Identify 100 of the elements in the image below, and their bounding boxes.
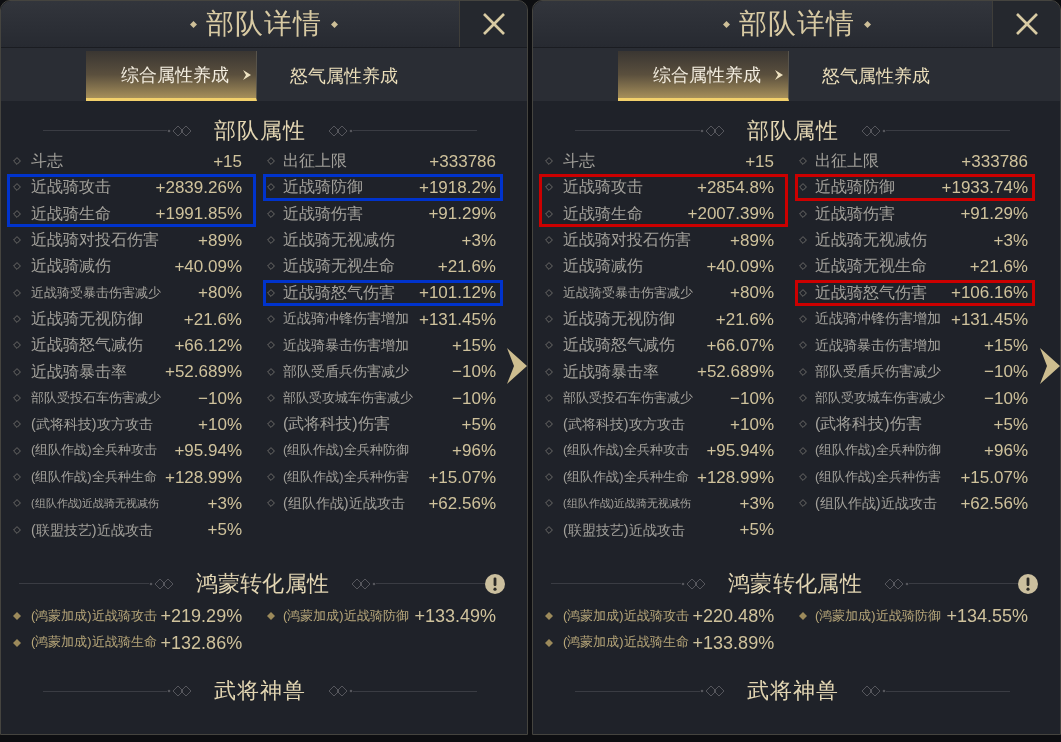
diamond-icon [267,315,275,324]
close-button[interactable] [459,1,527,47]
stat-value: +15 [744,152,774,170]
diamond-icon [545,209,553,218]
stat-value: +5% [738,521,774,539]
bonus-label: (鸿蒙加成)近战骑防御 [815,609,941,623]
stat-label: 近战骑怒气伤害 [815,284,927,301]
diamond-icon [13,341,21,350]
diamond-icon [267,394,275,403]
bonus-value: +219.29% [159,607,243,626]
stat-label: 近战骑怒气减伤 [31,337,143,354]
stat-label: 近战骑无视减伤 [815,232,927,249]
tab[interactable]: 综合属性养成 [618,51,789,101]
diamond-icon [267,473,275,482]
stat-value: +80% [729,284,774,302]
bonus-value: +220.48% [691,607,775,626]
stat-label: 部队受攻城车伤害减少 [815,391,945,405]
bonus-label: (鸿蒙加成)近战骑攻击 [563,609,689,623]
stat-value: +21.6% [436,257,496,275]
diamond-icon [799,209,807,218]
stat-label: 近战骑无视防御 [31,311,143,328]
stat-value: +62.56% [427,494,496,512]
diamond-icon [13,420,21,429]
diamond-icon [13,525,21,534]
exclamation-icon[interactable] [485,573,505,594]
diamond-icon [545,315,553,324]
diamond-icon [545,473,553,482]
diamond-icon [799,183,807,192]
diamond-icon [13,183,21,192]
stat-label: 近战骑怒气减伤 [563,337,675,354]
pointer-icon [775,69,783,80]
stat-value: +3% [460,231,496,249]
stat-label: 出征上限 [283,153,347,170]
stat-value: +3% [206,494,242,512]
stat-label: (组队作战)全兵种生命 [31,470,157,484]
stat-label: 近战骑减伤 [31,258,111,275]
stat-label: (组队作战)全兵种防御 [815,444,941,458]
diamond-icon [799,420,807,429]
chevron-right-icon[interactable] [507,348,527,384]
diamond-icon [545,638,553,647]
stat-label: 近战骑无视防御 [563,311,675,328]
diamond-icon [267,288,275,297]
stat-value: +66.12% [173,336,242,354]
diamond-icon [267,499,275,508]
stat-label: 部队受攻城车伤害减少 [283,391,413,405]
diamond-icon [13,473,21,482]
stat-label: 近战骑无视减伤 [283,232,395,249]
stat-value: +106.16% [949,284,1028,302]
diamond-icon [267,446,275,455]
stat-label: 斗志 [563,153,595,170]
diamond-icon [799,315,807,324]
stat-value: +1933.74% [940,179,1028,196]
stat-label: 近战骑暴击率 [563,363,659,380]
diamond-icon [13,157,21,166]
stat-value: +131.45% [949,310,1028,328]
stat-value: +15 [212,152,242,170]
stat-value: +128.99% [695,468,774,486]
stat-label: 近战骑防御 [283,179,363,196]
stat-value: +95.94% [173,442,242,460]
stat-label: 近战骑生命 [563,205,643,222]
chevron-right-icon[interactable] [1040,348,1060,384]
stat-value: +52.689% [695,363,774,381]
diamond-icon [545,499,553,508]
stat-label: (组队作战)近战骑无视减伤 [563,498,692,509]
stat-label: 近战骑暴击伤害增加 [815,338,941,353]
stat-value: +10% [197,415,242,433]
stat-label: 近战骑暴击伤害增加 [283,338,409,353]
stat-label: 近战骑伤害 [283,205,363,222]
diamond-icon [545,394,553,403]
close-button[interactable] [992,1,1060,47]
stat-value: +15% [451,336,496,354]
stat-label: 部队受投石车伤害减少 [563,391,693,405]
stat-value: +96% [983,442,1028,460]
diamond-icon [545,341,553,350]
diamond-icon [799,262,807,271]
diamond-icon [799,499,807,508]
section-heading: 鸿蒙转化属性 [728,572,862,595]
stat-value: +21.6% [968,257,1028,275]
tab[interactable]: 综合属性养成 [86,51,257,101]
stat-label: 近战骑攻击 [31,179,111,196]
stat-value: +2007.39% [686,205,774,223]
stat-value: +80% [197,284,242,302]
tab[interactable]: 怒气属性养成 [257,51,428,101]
stat-value: +2854.8% [695,179,774,196]
exclamation-icon[interactable] [1018,573,1038,594]
stat-value: −10% [197,389,242,407]
diamond-icon [267,367,275,376]
stat-value: +15.07% [427,468,496,486]
stat-value: +333786 [428,152,496,170]
panel-title: 部队详情 [738,10,855,38]
stat-value: +1918.2% [417,179,496,196]
stat-label: (联盟技艺)近战攻击 [31,522,153,537]
section-heading: 部队属性 [214,119,306,142]
stat-value: +3% [992,231,1028,249]
diamond-icon [545,262,553,271]
stat-label: 近战骑受暴击伤害减少 [31,286,161,300]
stat-value: +95.94% [705,442,774,460]
tab[interactable]: 怒气属性养成 [789,51,960,101]
stat-label: (联盟技艺)近战攻击 [563,522,685,537]
stat-label: (组队作战)全兵种生命 [563,470,689,484]
